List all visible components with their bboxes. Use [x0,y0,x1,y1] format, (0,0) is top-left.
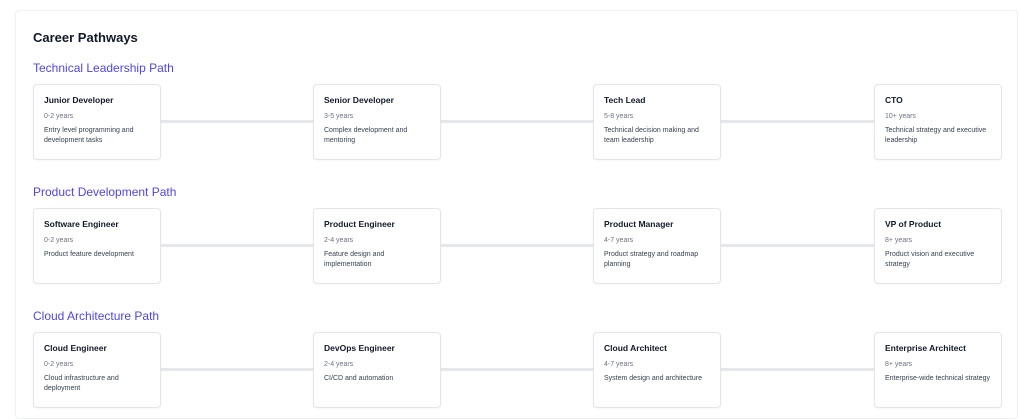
stage-title: Senior Developer [324,95,394,105]
stage-card-senior-developer[interactable]: Senior Developer 3-5 years Complex devel… [313,84,441,160]
stage-description: Feature design and implementation [324,251,385,268]
stage-card-software-engineer[interactable]: Software Engineer 0-2 years Product feat… [33,208,161,284]
stage-card-product-manager[interactable]: Product Manager 4-7 years Product strate… [593,208,721,284]
stage-title: VP of Product [885,219,942,229]
path-connector-line [73,244,962,247]
stage-years: 4-7 years [604,237,634,244]
stage-years: 5-8 years [604,113,634,120]
stage-years: 3-5 years [324,113,354,120]
stage-description: Entry level programming and development … [44,127,134,144]
stage-description: Product feature development [44,251,134,258]
stage-title: Cloud Engineer [44,343,107,353]
stage-description: System design and architecture [604,375,703,382]
stage-card-cto[interactable]: CTO 10+ years Technical strategy and exe… [874,84,1002,160]
stage-title: Enterprise Architect [885,343,966,353]
page-title: Career Pathways [33,30,138,45]
stage-description: Complex development and mentoring [324,127,408,144]
path-title: Product Development Path [33,185,177,199]
path-connector-line [73,120,962,123]
stage-card-enterprise-architect[interactable]: Enterprise Architect 8+ years Enterprise… [874,332,1002,408]
stage-years: 8+ years [885,237,913,244]
path-track: Cloud Engineer 0-2 years Cloud infrastru… [33,332,1002,408]
stage-years: 2-4 years [324,361,354,368]
stage-years: 2-4 years [324,237,354,244]
stage-description: Enterprise-wide technical strategy [885,375,991,382]
stage-description: Product strategy and roadmap planning [604,251,699,268]
career-pathways-panel: Career Pathways Technical Leadership Pat… [15,10,1018,419]
stage-title: DevOps Engineer [324,343,395,353]
stage-card-vp-of-product[interactable]: VP of Product 8+ years Product vision an… [874,208,1002,284]
path-title: Technical Leadership Path [33,61,174,75]
stage-card-junior-developer[interactable]: Junior Developer 0-2 years Entry level p… [33,84,161,160]
path-title: Cloud Architecture Path [33,309,160,323]
stage-description: Technical decision making and team leade… [604,127,699,144]
path-connector-line [73,368,962,371]
stage-title: Junior Developer [44,95,114,105]
stage-card-cloud-architect[interactable]: Cloud Architect 4-7 years System design … [593,332,721,408]
stage-card-product-engineer[interactable]: Product Engineer 2-4 years Feature desig… [313,208,441,284]
stage-years: 4-7 years [604,361,634,368]
path-track: Junior Developer 0-2 years Entry level p… [33,84,1002,160]
stage-description: Technical strategy and executive leaders… [885,127,987,144]
stage-years: 0-2 years [44,237,74,244]
stage-title: Software Engineer [44,219,119,229]
path-track: Software Engineer 0-2 years Product feat… [33,208,1002,284]
stage-years: 0-2 years [44,113,74,120]
stage-description: CI/CD and automation [324,375,394,382]
stage-card-cloud-engineer[interactable]: Cloud Engineer 0-2 years Cloud infrastru… [33,332,161,408]
stage-title: Product Manager [604,219,674,229]
stage-description: Product vision and executive strategy [885,251,975,268]
stage-title: Product Engineer [324,219,395,229]
stage-years: 10+ years [885,113,916,120]
stage-description: Cloud infrastructure and deployment [44,375,119,392]
stage-card-devops-engineer[interactable]: DevOps Engineer 2-4 years CI/CD and auto… [313,332,441,408]
stage-title: Cloud Architect [604,343,667,353]
stage-card-tech-lead[interactable]: Tech Lead 5-8 years Technical decision m… [593,84,721,160]
stage-title: CTO [885,95,903,105]
stage-title: Tech Lead [604,95,646,105]
stage-years: 8+ years [885,361,913,368]
stage-years: 0-2 years [44,361,74,368]
